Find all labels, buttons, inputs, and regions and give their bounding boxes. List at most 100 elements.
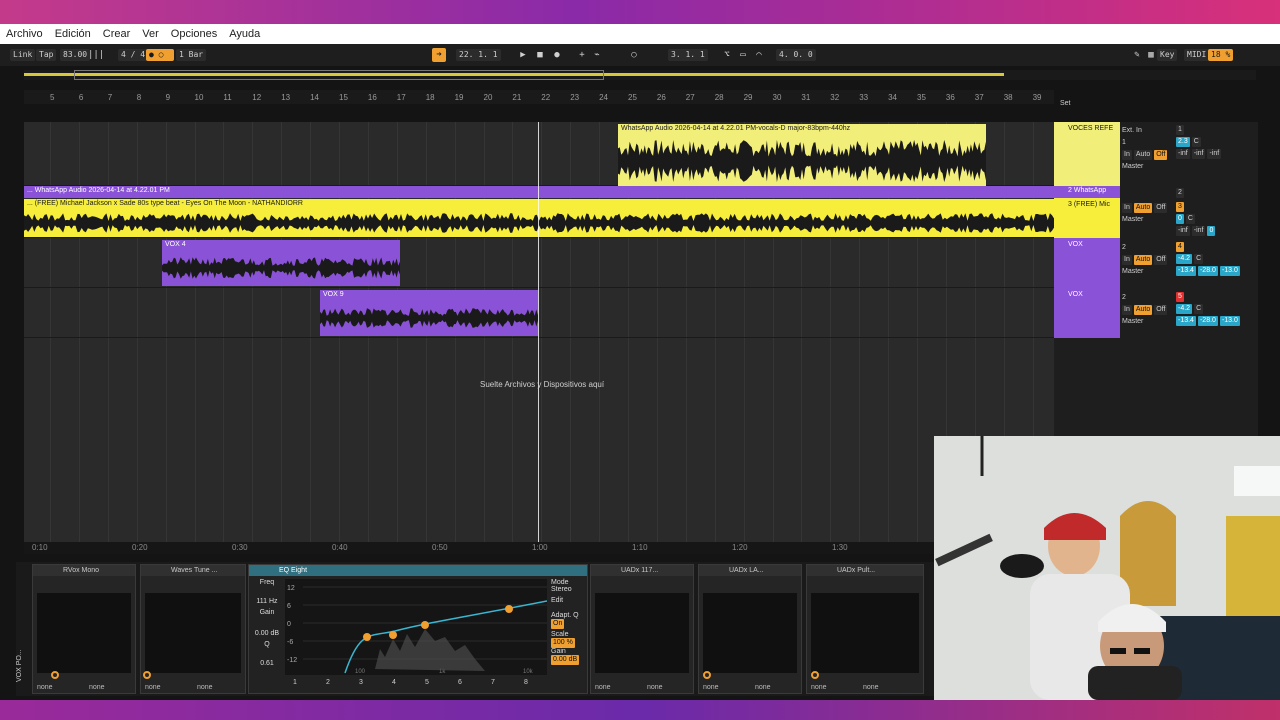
send-b[interactable]: -28.0	[1197, 266, 1218, 276]
eq-band-button[interactable]: 3	[359, 679, 363, 686]
device-select[interactable]: none	[37, 684, 53, 691]
monitor-off[interactable]: Off	[1154, 255, 1168, 265]
menu-archivo[interactable]: Archivo	[6, 28, 43, 40]
monitor-auto[interactable]: Auto	[1133, 150, 1153, 160]
send-a[interactable]: -13.4	[1176, 266, 1196, 276]
adapt-q-toggle[interactable]: On	[551, 619, 565, 629]
time-signature-field[interactable]: 4 / 4	[118, 49, 149, 61]
eq-band-button[interactable]: 7	[491, 679, 495, 686]
monitor-in[interactable]: In	[1122, 305, 1132, 315]
eq-band-button[interactable]: 5	[425, 679, 429, 686]
eq-band-button[interactable]: 4	[392, 679, 396, 686]
volume-field[interactable]: 0	[1176, 214, 1184, 224]
eq-band-button[interactable]: 1	[293, 679, 297, 686]
draw-mode-icon[interactable]: ✎	[1130, 48, 1144, 62]
output-dropdown[interactable]: Master	[1122, 266, 1174, 278]
monitor-in[interactable]: In	[1122, 255, 1132, 265]
monitor-in[interactable]: In	[1122, 150, 1132, 160]
time-ruler[interactable]: 0:10 0:20 0:30 0:40 0:50 1:00 1:10 1:20 1:30	[24, 542, 934, 554]
menu-edicion[interactable]: Edición	[55, 28, 91, 40]
monitor-in[interactable]: In	[1122, 203, 1132, 213]
menu-crear[interactable]: Crear	[103, 28, 131, 40]
pan-field[interactable]: C	[1194, 254, 1204, 264]
loop-start-field[interactable]: 3. 1. 1	[668, 49, 708, 61]
macro-knob-icon[interactable]	[143, 671, 151, 679]
loop-icon[interactable]: ○	[627, 48, 641, 62]
volume-field[interactable]: -4.2	[1176, 254, 1193, 264]
volume-field[interactable]: 2.3	[1176, 137, 1190, 147]
send-b[interactable]: -28.0	[1197, 316, 1218, 326]
device-uadx-la[interactable]: UADx LA... none none	[698, 564, 802, 694]
device-select[interactable]: none	[89, 684, 105, 691]
record-icon[interactable]: ●	[550, 48, 564, 62]
menu-ayuda[interactable]: Ayuda	[229, 28, 260, 40]
track-activator[interactable]: 5	[1176, 292, 1184, 302]
send-a[interactable]: -inf	[1176, 149, 1190, 159]
send-c[interactable]: 0	[1207, 226, 1216, 236]
eq-band-handle[interactable]	[505, 605, 513, 613]
gain-value[interactable]: 0.00 dB	[251, 630, 283, 637]
quantize-dropdown[interactable]: 1 Bar	[176, 49, 207, 61]
pan-field[interactable]: C	[1194, 304, 1204, 314]
eq-band-button[interactable]: 8	[524, 679, 528, 686]
clip-whatsapp-vocals[interactable]: WhatsApp Audio 2026-04-14 at 4.22.01 PM-…	[618, 124, 986, 186]
monitor-off[interactable]: Off	[1154, 305, 1168, 315]
bar-ruler[interactable]: 5 6 7 8 9 10 11 12 13 14 15 16 17 18 19 20 21 22 23 24 25 26 2…	[24, 90, 1054, 104]
volume-field[interactable]: -4.2	[1176, 304, 1193, 314]
send-a[interactable]: -13.4	[1176, 316, 1196, 326]
track-activator[interactable]: 2	[1176, 188, 1184, 198]
track-header-beat[interactable]: 3 (FREE) Mic	[1054, 198, 1120, 238]
q-value[interactable]: 0.61	[251, 660, 283, 667]
follow-icon[interactable]: ➜	[432, 48, 446, 62]
send-b[interactable]: -inf	[1191, 149, 1206, 159]
clip-vox-4[interactable]: VOX 4	[162, 240, 400, 286]
input-channel-dropdown[interactable]: 2	[1122, 292, 1174, 304]
menu-ver[interactable]: Ver	[142, 28, 159, 40]
device-rvox[interactable]: RVox Mono none none	[32, 564, 136, 694]
metronome-toggle[interactable]: ● ○	[146, 49, 174, 61]
macro-knob-icon[interactable]	[703, 671, 711, 679]
tap-button[interactable]: Tap	[36, 49, 57, 61]
freq-value[interactable]: 111 Hz	[251, 598, 283, 605]
stop-icon[interactable]: ■	[533, 48, 547, 62]
monitor-auto[interactable]: Auto	[1133, 203, 1153, 213]
track-header-vox-2[interactable]: VOX	[1054, 288, 1120, 338]
mode-dropdown[interactable]: Stereo	[551, 586, 587, 593]
output-gain-value[interactable]: 0.00 dB	[551, 655, 580, 665]
send-a[interactable]: -inf	[1176, 226, 1190, 236]
eq-band-handle[interactable]	[421, 621, 429, 629]
device-uadx-1176[interactable]: UADx 117... none none	[590, 564, 694, 694]
punch-out-icon[interactable]: ⌒	[752, 48, 766, 62]
clip-beat[interactable]: ... (FREE) Michael Jackson x Sade 80s ty…	[24, 199, 1054, 237]
device-eq-eight[interactable]: EQ Eight Freq 111 Hz Gain 0.00 dB Q 0.61…	[248, 564, 588, 694]
overview-selection[interactable]	[74, 70, 604, 80]
send-b[interactable]: -inf	[1191, 226, 1206, 236]
output-dropdown[interactable]: Master	[1122, 161, 1174, 173]
track-lane-vox-2[interactable]	[24, 288, 1054, 338]
device-select[interactable]: none	[755, 684, 771, 691]
pan-field[interactable]: C	[1191, 137, 1201, 147]
clip-whatsapp-purple[interactable]: ... WhatsApp Audio 2026-04-14 at 4.22.01…	[24, 186, 1054, 198]
device-select[interactable]: none	[703, 684, 719, 691]
device-uadx-pultec[interactable]: UADx Pult... none none	[806, 564, 924, 694]
menu-opciones[interactable]: Opciones	[171, 28, 217, 40]
set-button[interactable]: Set	[1060, 100, 1071, 107]
punch-in-icon[interactable]: ⌥	[720, 48, 734, 62]
device-waves-tune[interactable]: Waves Tune ... none none	[140, 564, 246, 694]
track-activator[interactable]: 1	[1176, 125, 1184, 135]
eq-graph[interactable]: 12 6 0 -6 -12 100 1k 10k	[285, 579, 548, 675]
monitor-off[interactable]: Off	[1154, 203, 1168, 213]
add-icon[interactable]: +	[575, 48, 589, 62]
device-select[interactable]: none	[811, 684, 827, 691]
monitor-auto[interactable]: Auto	[1133, 305, 1153, 315]
device-select[interactable]: none	[863, 684, 879, 691]
keyboard-icon[interactable]: ▦	[1144, 48, 1158, 62]
playhead[interactable]	[538, 122, 539, 550]
device-select[interactable]: none	[647, 684, 663, 691]
eq-band-handle[interactable]	[389, 631, 397, 639]
send-c[interactable]: -inf	[1207, 149, 1222, 159]
monitor-auto[interactable]: Auto	[1133, 255, 1153, 265]
automation-icon[interactable]: ⌁	[590, 48, 604, 62]
device-select[interactable]: none	[145, 684, 161, 691]
scale-value[interactable]: 100 %	[551, 638, 575, 648]
